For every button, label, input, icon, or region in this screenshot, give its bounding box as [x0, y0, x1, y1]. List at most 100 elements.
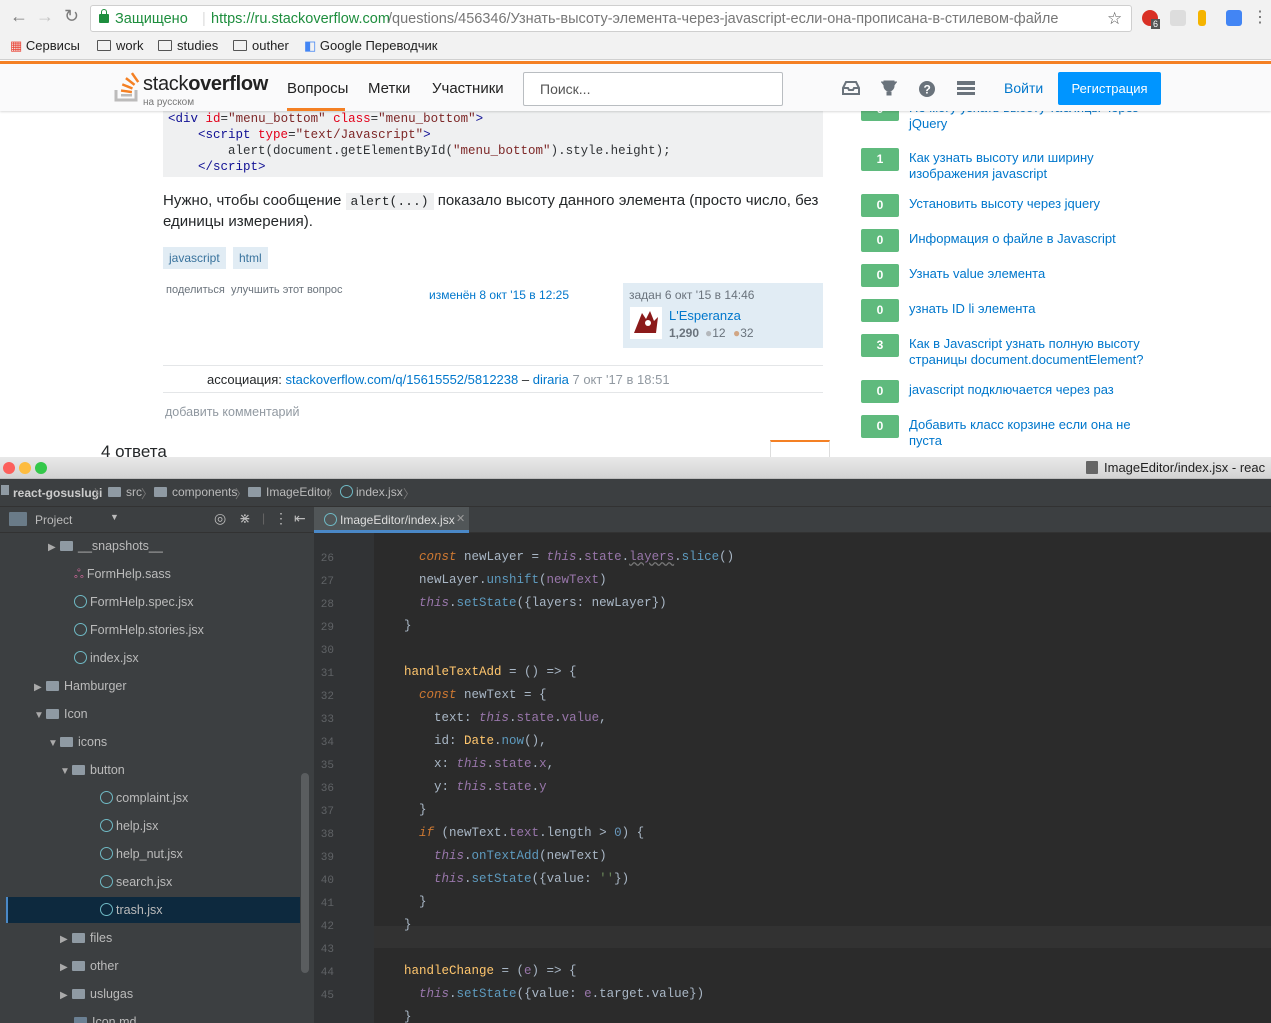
- extension-icon[interactable]: [1198, 10, 1206, 26]
- folder-icon: [60, 541, 73, 551]
- tree-item[interactable]: ▼ icons: [48, 735, 107, 749]
- add-comment-link[interactable]: добавить комментарий: [165, 405, 299, 419]
- folder-icon: [46, 681, 59, 691]
- site-switcher-icon[interactable]: [956, 80, 976, 96]
- bookmark-studies[interactable]: studies: [158, 38, 218, 53]
- minimize-icon[interactable]: [19, 462, 31, 474]
- so-logo-sub: на русском: [143, 97, 195, 108]
- tree-item[interactable]: ▶ uslugas: [60, 987, 133, 1001]
- collapse-icon[interactable]: ⋇: [239, 510, 251, 527]
- settings-icon[interactable]: ⋮: [274, 510, 288, 527]
- related-question-link[interactable]: узнать ID li элемента: [909, 301, 1149, 317]
- register-button[interactable]: Регистрация: [1058, 72, 1161, 105]
- code-area[interactable]: const newLayer = this.state.layers.slice…: [314, 533, 1271, 1023]
- tag-html[interactable]: html: [233, 247, 268, 269]
- related-question-link[interactable]: Добавить класс корзине если она не пуста: [909, 417, 1149, 449]
- tab-index-jsx[interactable]: ImageEditor/index.jsx ✕: [314, 507, 469, 533]
- association-link[interactable]: stackoverflow.com/q/15615552/5812238: [286, 372, 519, 387]
- address-bar[interactable]: Защищено | https://ru.stackoverflow.com …: [90, 5, 1132, 32]
- tree-item[interactable]: help.jsx: [100, 819, 158, 833]
- avatar[interactable]: [630, 307, 662, 339]
- extension-icon[interactable]: [1226, 10, 1242, 26]
- star-icon[interactable]: ☆: [1107, 9, 1122, 29]
- breadcrumb-components[interactable]: components: [154, 485, 237, 499]
- back-icon[interactable]: ←: [10, 6, 28, 27]
- comment-user[interactable]: diraria: [533, 372, 569, 387]
- tree-item[interactable]: FormHelp.spec.jsx: [74, 595, 194, 609]
- tree-item[interactable]: Icon.md: [74, 1015, 136, 1023]
- related-question-link[interactable]: javascript подключается через раз: [909, 382, 1149, 398]
- bookmark-services[interactable]: ▦ Сервисы: [10, 38, 80, 54]
- related-score: 3: [861, 334, 899, 357]
- related-score: 0: [861, 194, 899, 217]
- breadcrumb-file[interactable]: index.jsx: [340, 485, 403, 499]
- related-question-link[interactable]: Как в Javascript узнать полную высоту ст…: [909, 336, 1149, 368]
- question-body: Нужно, чтобы сообщение alert(...) показа…: [163, 192, 819, 230]
- close-icon[interactable]: [3, 462, 15, 474]
- react-icon: [100, 903, 113, 916]
- project-view-icon: [9, 512, 27, 526]
- share-link[interactable]: поделиться: [166, 284, 225, 296]
- scrollbar[interactable]: [301, 773, 309, 973]
- ide-window-title: ImageEditor/index.jsx - reac: [1104, 460, 1266, 475]
- tag-javascript[interactable]: javascript: [163, 247, 226, 269]
- react-icon: [74, 623, 87, 636]
- achievements-icon[interactable]: [879, 80, 899, 96]
- related-question-link[interactable]: Установить высоту через jquery: [909, 196, 1149, 212]
- reload-icon[interactable]: ↻: [64, 6, 79, 27]
- project-header: Project ▼ ◎ ⋇ | ⋮ ⇤: [0, 507, 314, 533]
- bookmark-translate[interactable]: ◧ Google Переводчик: [304, 38, 438, 54]
- tree-item[interactable]: trash.jsx: [100, 903, 163, 917]
- nav-users[interactable]: Участники: [432, 80, 504, 97]
- file-tree: ▶ __snapshots__ ஃ FormHelp.sass FormHelp.spe…: [0, 533, 300, 1023]
- breadcrumb-imageeditor[interactable]: ImageEditor: [248, 485, 331, 499]
- target-icon[interactable]: ◎: [214, 510, 226, 527]
- close-tab-icon[interactable]: ✕: [456, 512, 465, 525]
- hide-icon[interactable]: ⇤: [294, 510, 306, 527]
- related-question-link[interactable]: Как узнать высоту или ширину изображения…: [909, 150, 1149, 182]
- menu-icon[interactable]: ⋮: [1252, 7, 1268, 27]
- tree-item[interactable]: ▼ button: [60, 763, 125, 777]
- extension-icon[interactable]: [1170, 10, 1186, 26]
- inline-code: alert(...): [345, 193, 434, 210]
- code-block: <div id="menu_bottom" class="menu_bottom…: [163, 111, 823, 177]
- help-icon[interactable]: ?: [918, 80, 938, 97]
- user-name[interactable]: L'Esperanza: [669, 308, 741, 323]
- search-input[interactable]: Поиск...: [523, 72, 783, 106]
- tree-item[interactable]: ▶ other: [60, 959, 119, 973]
- dropdown-icon[interactable]: ▼: [110, 512, 119, 522]
- tree-item[interactable]: ஃ FormHelp.sass: [74, 567, 171, 583]
- svg-text:?: ?: [924, 83, 931, 97]
- inbox-icon[interactable]: [841, 80, 861, 96]
- tree-item[interactable]: ▶ __snapshots__: [48, 539, 163, 553]
- improve-link[interactable]: улучшить этот вопрос: [231, 284, 343, 296]
- bookmark-work[interactable]: work: [97, 38, 143, 53]
- sort-tab[interactable]: [770, 440, 830, 457]
- tree-item[interactable]: ▼ Icon: [34, 707, 88, 721]
- tree-item[interactable]: index.jsx: [74, 651, 139, 665]
- breadcrumb-project[interactable]: react-gosuslugi: [13, 486, 102, 500]
- react-icon: [74, 651, 87, 664]
- react-icon: [100, 875, 113, 888]
- user-rep: 1,290: [669, 326, 700, 340]
- so-logo-text[interactable]: stackoverflow: [143, 73, 268, 96]
- breadcrumb-src[interactable]: src: [108, 485, 142, 499]
- related-question-link[interactable]: Узнать value элемента: [909, 266, 1149, 282]
- tree-item[interactable]: FormHelp.stories.jsx: [74, 623, 204, 637]
- tree-item[interactable]: search.jsx: [100, 875, 172, 889]
- tree-item[interactable]: complaint.jsx: [100, 791, 188, 805]
- bookmark-outher[interactable]: outher: [233, 38, 289, 53]
- tree-item[interactable]: ▶ Hamburger: [34, 679, 127, 693]
- related-question-link[interactable]: Информация о файле в Javascript: [909, 231, 1149, 247]
- tree-item[interactable]: help_nut.jsx: [100, 847, 183, 861]
- edited-link[interactable]: изменён 8 окт '15 в 12:25: [429, 288, 569, 302]
- forward-icon[interactable]: →: [36, 6, 54, 27]
- nav-questions[interactable]: Вопросы: [287, 80, 348, 97]
- login-link[interactable]: Войти: [1004, 80, 1043, 96]
- nav-tags[interactable]: Метки: [368, 80, 410, 97]
- divider: [163, 392, 823, 393]
- project-label[interactable]: Project: [35, 513, 72, 527]
- maximize-icon[interactable]: [35, 462, 47, 474]
- tree-item[interactable]: ▶ files: [60, 931, 112, 945]
- so-logo-icon[interactable]: [113, 71, 143, 103]
